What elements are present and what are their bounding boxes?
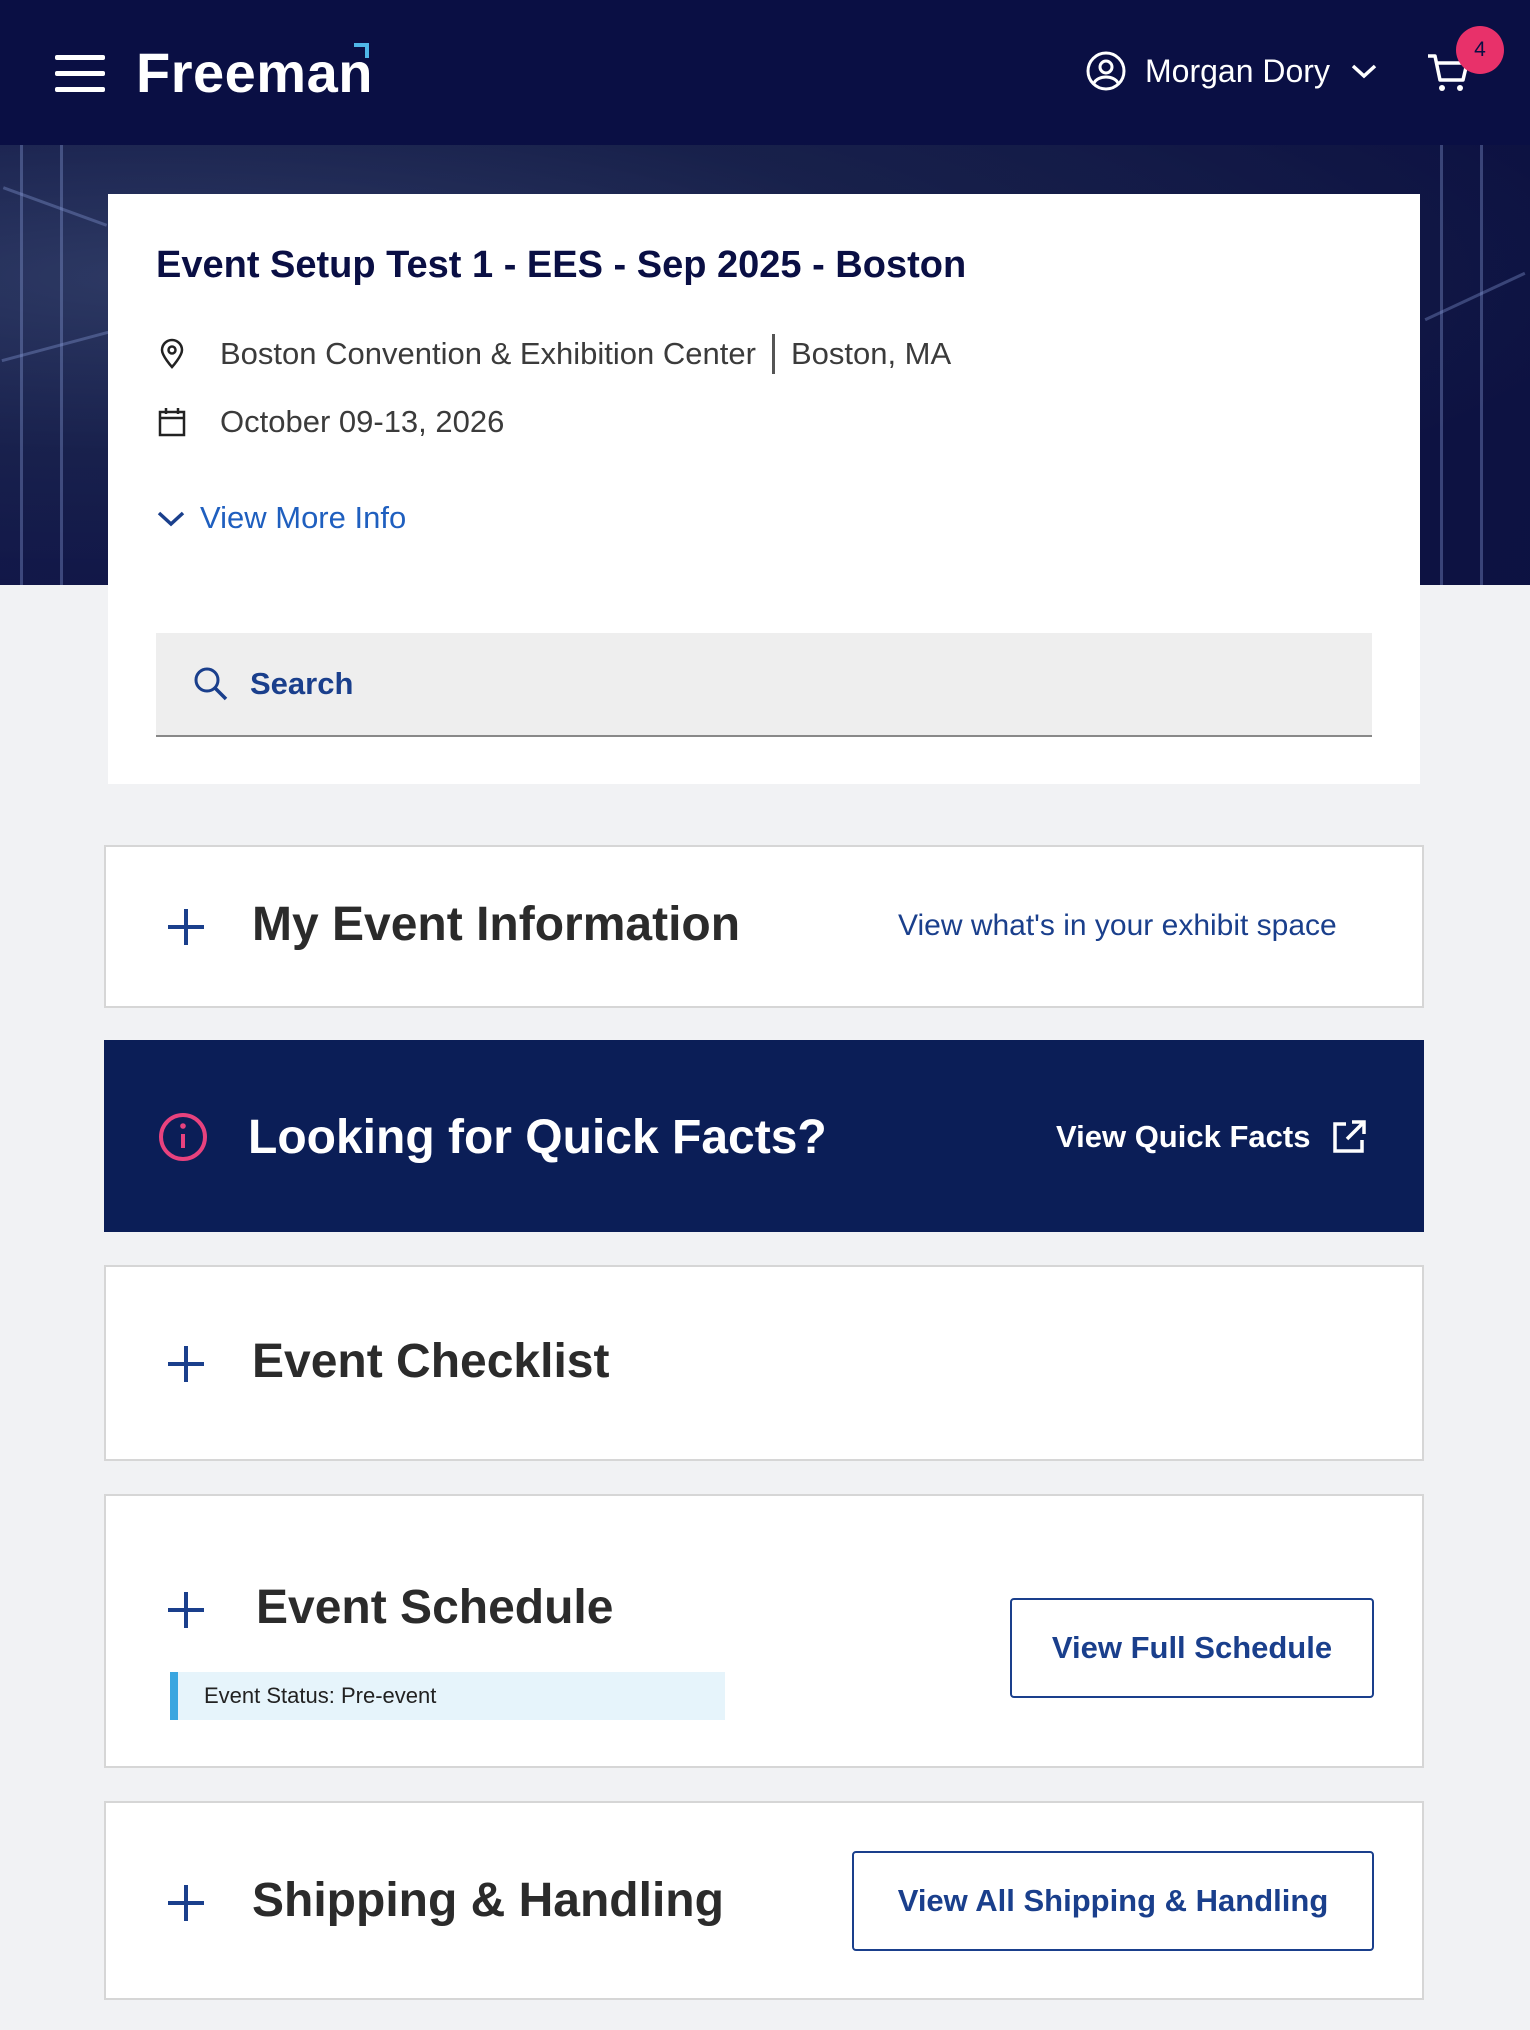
quick-facts-banner: Looking for Quick Facts? View Quick Fact… bbox=[104, 1040, 1424, 1232]
view-full-schedule-button[interactable]: View Full Schedule bbox=[1010, 1598, 1374, 1698]
event-checklist-panel: Event Checklist bbox=[104, 1265, 1424, 1461]
exhibit-space-link[interactable]: View what's in your exhibit space bbox=[898, 909, 1337, 943]
event-location-row: Boston Convention & Exhibition Center Bo… bbox=[156, 334, 951, 374]
plus-icon[interactable] bbox=[166, 907, 206, 947]
event-dates: October 09-13, 2026 bbox=[220, 404, 505, 439]
cart-count-badge: 4 bbox=[1456, 26, 1504, 74]
view-quick-facts-label: View Quick Facts bbox=[1056, 1119, 1311, 1154]
info-icon bbox=[159, 1113, 207, 1161]
freeman-logo[interactable]: Freeman bbox=[136, 40, 373, 105]
user-menu[interactable]: Morgan Dory bbox=[1085, 50, 1378, 92]
user-circle-icon bbox=[1086, 51, 1126, 91]
search-placeholder: Search bbox=[250, 666, 354, 701]
plus-icon[interactable] bbox=[166, 1590, 206, 1630]
event-dates-row: October 09-13, 2026 bbox=[156, 404, 504, 440]
logo-accent-icon bbox=[354, 43, 369, 58]
chevron-down-icon bbox=[157, 511, 185, 527]
event-checklist-title[interactable]: Event Checklist bbox=[252, 1334, 609, 1389]
calendar-icon bbox=[158, 408, 186, 437]
event-schedule-panel: Event Schedule Event Status: Pre-event V… bbox=[104, 1494, 1424, 1768]
shipping-handling-panel: Shipping & Handling View All Shipping & … bbox=[104, 1801, 1424, 2000]
view-quick-facts-link[interactable]: View Quick Facts bbox=[1056, 1118, 1368, 1156]
view-more-info-link[interactable]: View More Info bbox=[156, 500, 406, 536]
shipping-handling-title[interactable]: Shipping & Handling bbox=[252, 1873, 724, 1928]
my-event-information-title[interactable]: My Event Information bbox=[252, 897, 740, 952]
plus-icon[interactable] bbox=[166, 1883, 206, 1923]
map-pin-icon bbox=[160, 338, 184, 369]
search-input[interactable]: Search bbox=[156, 633, 1372, 737]
view-all-shipping-button[interactable]: View All Shipping & Handling bbox=[852, 1851, 1374, 1951]
event-status-badge: Event Status: Pre-event bbox=[170, 1672, 725, 1720]
event-summary-card: Event Setup Test 1 - EES - Sep 2025 - Bo… bbox=[108, 194, 1420, 784]
my-event-information-panel: My Event Information View what's in your… bbox=[104, 845, 1424, 1008]
view-more-info-label: View More Info bbox=[200, 500, 407, 535]
event-city: Boston, MA bbox=[790, 336, 952, 371]
event-schedule-title[interactable]: Event Schedule bbox=[256, 1580, 613, 1635]
event-title: Event Setup Test 1 - EES - Sep 2025 - Bo… bbox=[156, 244, 967, 286]
divider bbox=[771, 334, 775, 374]
plus-icon[interactable] bbox=[166, 1344, 206, 1384]
external-link-icon bbox=[1333, 1120, 1367, 1153]
quick-facts-title: Looking for Quick Facts? bbox=[248, 1111, 827, 1164]
top-navigation-bar: Freeman Morgan Dory 4 bbox=[0, 0, 1530, 145]
chevron-down-icon bbox=[1351, 64, 1377, 79]
event-venue: Boston Convention & Exhibition Center bbox=[220, 336, 756, 371]
search-icon bbox=[194, 667, 228, 701]
user-name: Morgan Dory bbox=[1145, 52, 1330, 89]
hamburger-icon[interactable] bbox=[55, 55, 105, 93]
